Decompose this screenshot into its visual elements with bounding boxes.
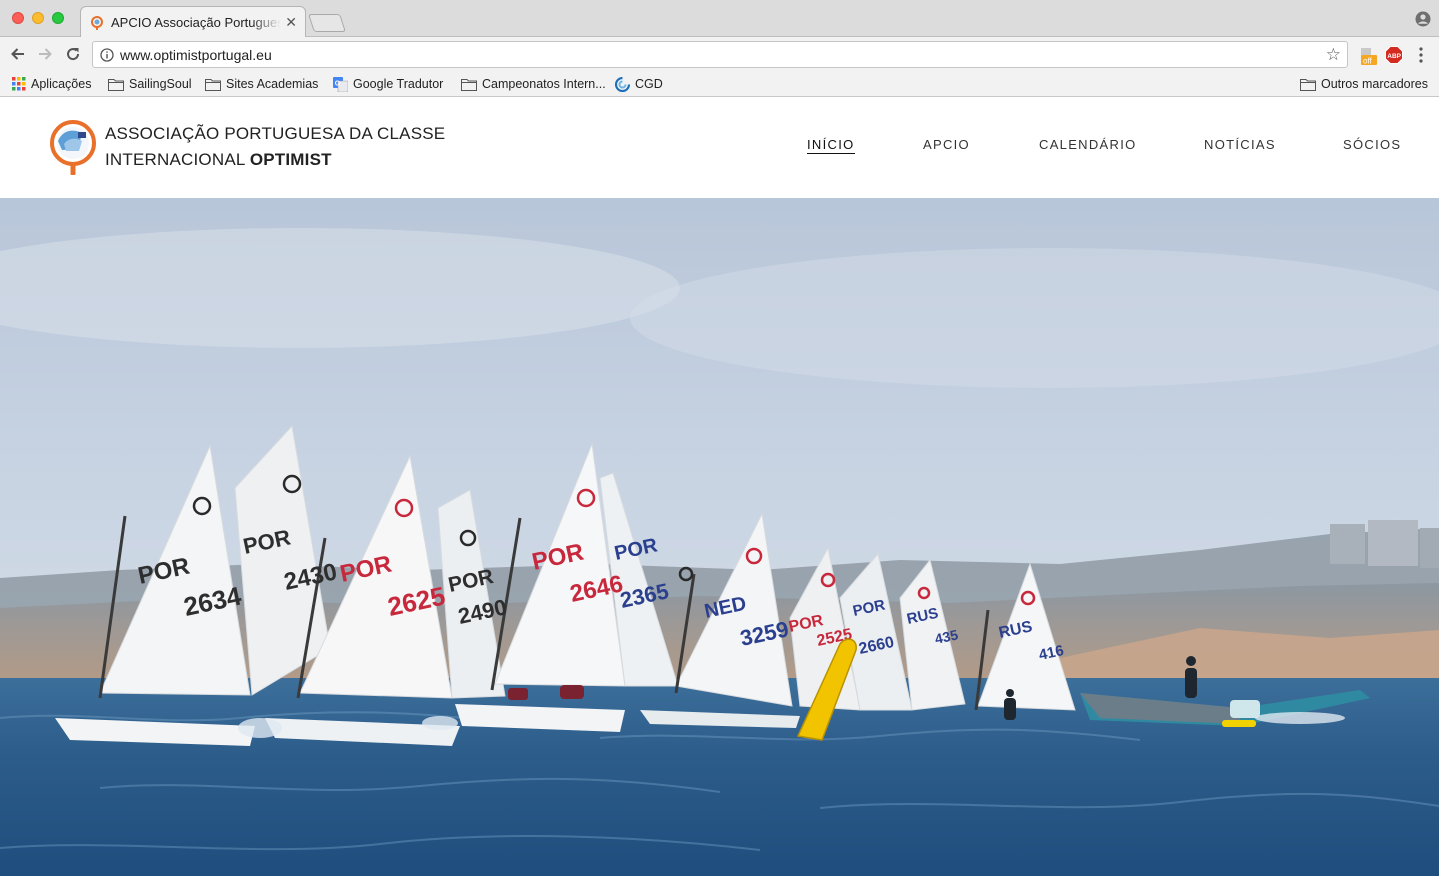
- site-header: ASSOCIAÇÃO PORTUGUESA DA CLASSE INTERNAC…: [0, 97, 1439, 198]
- zoom-window-button[interactable]: [52, 12, 64, 24]
- url-text: www.optimistportugal.eu: [120, 47, 272, 63]
- site-brand[interactable]: ASSOCIAÇÃO PORTUGUESA DA CLASSE INTERNAC…: [105, 121, 445, 173]
- bookmark-folder-sites-academias[interactable]: Sites Academias: [205, 75, 318, 93]
- bookmark-label: Sites Academias: [226, 77, 319, 91]
- google-translate-icon: G: [333, 76, 348, 92]
- info-icon[interactable]: [100, 48, 114, 62]
- bookmark-folder-sailingsoul[interactable]: SailingSoul: [108, 75, 192, 93]
- nav-apcio[interactable]: APCIO: [923, 137, 970, 152]
- bookmark-label: Google Tradutor: [353, 77, 444, 91]
- folder-icon: [1300, 78, 1316, 91]
- off-extension-badge: off: [1363, 57, 1373, 66]
- profile-icon[interactable]: [1415, 11, 1431, 27]
- address-bar[interactable]: www.optimistportugal.eu ☆: [92, 41, 1348, 68]
- nav-noticias[interactable]: NOTÍCIAS: [1204, 137, 1276, 152]
- apps-grid-icon: [12, 77, 26, 91]
- browser-tab-active[interactable]: APCIO Associação Portuguesa da Classe ✕: [80, 6, 306, 37]
- browser-toolbar: www.optimistportugal.eu ☆ off ABP: [0, 37, 1439, 72]
- bookmark-cgd[interactable]: CGD: [615, 75, 663, 93]
- nav-inicio[interactable]: INÍCIO: [807, 137, 855, 154]
- apcio-favicon-icon: [91, 16, 103, 30]
- brand-line-2-regular: INTERNACIONAL: [105, 150, 245, 169]
- tab-close-icon[interactable]: ✕: [285, 14, 297, 31]
- reload-icon[interactable]: [64, 45, 82, 63]
- browser-menu-icon[interactable]: [1418, 47, 1424, 63]
- folder-icon: [205, 78, 221, 91]
- bookmark-label: Campeonatos Intern...: [482, 77, 606, 91]
- cgd-icon: [615, 76, 630, 92]
- brand-line-1: ASSOCIAÇÃO PORTUGUESA DA CLASSE: [105, 124, 446, 143]
- browser-tab-bar: APCIO Associação Portuguesa da Classe ✕: [0, 0, 1439, 37]
- svg-text:G: G: [335, 80, 341, 87]
- close-window-button[interactable]: [12, 12, 24, 24]
- folder-icon: [461, 78, 477, 91]
- bookmark-aplicacoes[interactable]: Aplicações: [12, 75, 91, 93]
- folder-icon: [108, 78, 124, 91]
- forward-arrow-icon[interactable]: [36, 45, 54, 63]
- minimize-window-button[interactable]: [32, 12, 44, 24]
- regatta-photo: POR 2634 POR 2430 POR 2625 POR 2490 POR …: [0, 198, 1439, 876]
- off-extension-icon[interactable]: off: [1358, 46, 1378, 66]
- tab-title: APCIO Associação Portuguesa da Classe: [111, 15, 281, 30]
- bookmark-label: Outros marcadores: [1321, 77, 1428, 91]
- new-tab-button[interactable]: [308, 14, 346, 32]
- nav-calendario[interactable]: CALENDÁRIO: [1039, 137, 1137, 152]
- bookmark-google-tradutor[interactable]: G Google Tradutor: [333, 75, 443, 93]
- bookmarks-bar: Aplicações SailingSoul Sites Academias G…: [0, 72, 1439, 97]
- hero-image: POR 2634 POR 2430 POR 2625 POR 2490 POR …: [0, 198, 1439, 876]
- abp-badge: ABP: [1387, 53, 1401, 60]
- adblock-plus-icon[interactable]: ABP: [1385, 46, 1403, 64]
- bookmark-label: Aplicações: [31, 77, 92, 91]
- apcio-logo-icon[interactable]: [48, 119, 98, 177]
- bookmark-label: CGD: [635, 77, 663, 91]
- bookmark-folder-campeonatos[interactable]: Campeonatos Intern...: [461, 75, 606, 93]
- bookmark-star-icon[interactable]: ☆: [1326, 45, 1341, 65]
- nav-socios[interactable]: SÓCIOS: [1343, 137, 1401, 152]
- back-arrow-icon[interactable]: [9, 45, 27, 63]
- bookmark-folder-outros-marcadores[interactable]: Outros marcadores: [1300, 75, 1428, 93]
- brand-line-2-bold: OPTIMIST: [249, 150, 332, 169]
- bookmark-label: SailingSoul: [129, 77, 192, 91]
- brand-line-2: INTERNACIONAL OPTIMIST: [105, 147, 445, 173]
